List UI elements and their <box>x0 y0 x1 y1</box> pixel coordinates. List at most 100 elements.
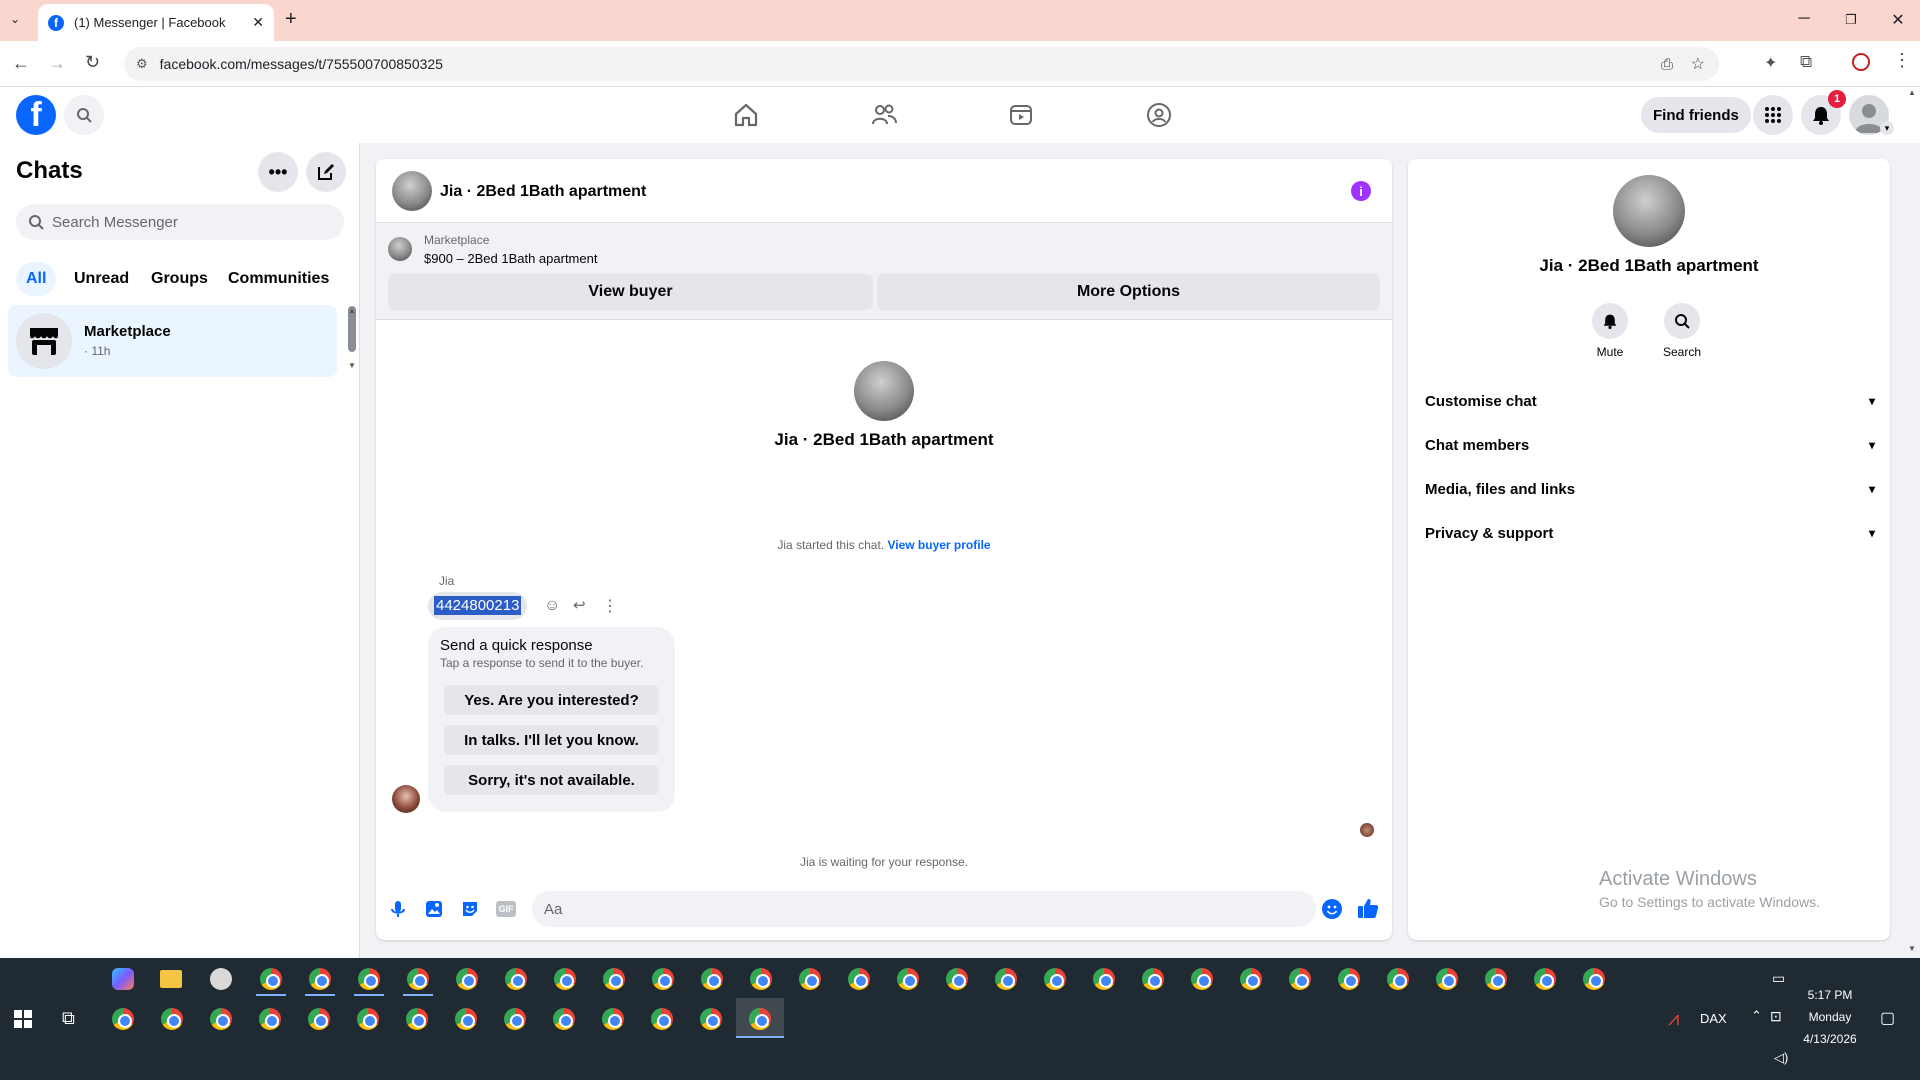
back-icon[interactable]: ← <box>12 53 30 74</box>
notification-center-icon[interactable]: ▢ <box>1880 1008 1895 1028</box>
react-icon[interactable]: ☺ <box>544 597 560 615</box>
chrome-taskbar-icon[interactable] <box>210 1008 232 1030</box>
chrome-taskbar-icon[interactable] <box>357 1008 379 1030</box>
conversation-info-icon[interactable]: i <box>1351 181 1371 201</box>
chrome-taskbar-icon[interactable] <box>603 968 625 990</box>
view-buyer-profile-link[interactable]: View buyer profile <box>887 538 990 552</box>
menu-button[interactable] <box>1753 95 1793 135</box>
quick-response-sorry[interactable]: Sorry, it's not available. <box>444 765 659 795</box>
new-message-button[interactable] <box>306 152 346 192</box>
browser-tab[interactable]: f (1) Messenger | Facebook ✕ <box>38 4 274 41</box>
chrome-taskbar-icon[interactable] <box>1289 968 1311 990</box>
app-icon[interactable] <box>210 968 232 990</box>
task-view-icon[interactable]: ⧉ <box>62 1008 75 1029</box>
chrome-taskbar-icon[interactable] <box>602 1008 624 1030</box>
filter-unread[interactable]: Unread <box>64 262 139 296</box>
forward-icon[interactable]: → <box>48 53 66 74</box>
search-in-chat-button[interactable] <box>1664 303 1700 339</box>
section-privacy-support[interactable]: Privacy & support ▾ <box>1425 518 1875 548</box>
window-close-icon[interactable]: ✕ <box>1888 10 1908 30</box>
dax-label[interactable]: DAX <box>1700 1011 1727 1026</box>
facebook-logo-icon[interactable]: f <box>16 95 56 135</box>
gif-icon[interactable]: GIF <box>496 901 516 917</box>
network-icon[interactable]: ⊡ <box>1770 1008 1782 1025</box>
chrome-taskbar-icon[interactable] <box>554 968 576 990</box>
chrome-taskbar-icon[interactable] <box>897 968 919 990</box>
attach-photo-button[interactable] <box>424 899 444 919</box>
clock-day[interactable]: Monday <box>1800 1010 1860 1024</box>
message-more-icon[interactable]: ⋮ <box>602 596 618 616</box>
minimize-icon[interactable]: ─ <box>1794 10 1814 28</box>
filter-groups[interactable]: Groups <box>141 262 218 296</box>
chrome-taskbar-icon[interactable] <box>112 1008 134 1030</box>
start-button[interactable] <box>14 1010 32 1028</box>
clock-time[interactable]: 5:17 PM <box>1800 988 1860 1002</box>
profile-icon[interactable] <box>1852 53 1870 71</box>
site-info-icon[interactable]: ⚙ <box>136 56 148 72</box>
chrome-taskbar-icon[interactable] <box>161 1008 183 1030</box>
chrome-taskbar-icon[interactable] <box>1338 968 1360 990</box>
chats-options-button[interactable]: ••• <box>258 152 298 192</box>
chrome-taskbar-icon[interactable] <box>1534 968 1556 990</box>
message-input[interactable]: Aa <box>532 891 1316 927</box>
chrome-taskbar-icon[interactable] <box>848 968 870 990</box>
section-media-files[interactable]: Media, files and links ▾ <box>1425 474 1875 504</box>
emoji-icon[interactable] <box>1322 899 1342 919</box>
tray-expand-icon[interactable]: ⌃ <box>1751 1008 1762 1024</box>
chrome-taskbar-icon[interactable] <box>1093 968 1115 990</box>
nav-groups[interactable] <box>1145 101 1173 129</box>
sticker-button[interactable] <box>460 899 480 919</box>
chrome-taskbar-icon[interactable] <box>1240 968 1262 990</box>
chrome-taskbar-icon[interactable] <box>504 1008 526 1030</box>
chrome-taskbar-icon[interactable] <box>308 1008 330 1030</box>
conversation-title[interactable]: Jia · 2Bed 1Bath apartment <box>440 183 646 201</box>
scroll-down-icon[interactable]: ▼ <box>348 361 356 370</box>
chrome-taskbar-icon[interactable] <box>946 968 968 990</box>
filter-communities[interactable]: Communities <box>218 262 339 296</box>
new-tab-icon[interactable]: + <box>285 8 297 31</box>
nav-video[interactable] <box>1007 101 1035 129</box>
chrome-taskbar-icon[interactable] <box>651 1008 673 1030</box>
search-messenger-input[interactable]: Search Messenger <box>16 204 344 240</box>
chrome-taskbar-icon[interactable] <box>456 968 478 990</box>
extensions-puzzle-icon[interactable]: ⧉ <box>1800 52 1812 72</box>
copilot-icon[interactable] <box>112 968 134 990</box>
chrome-taskbar-icon[interactable] <box>799 968 821 990</box>
nav-friends[interactable] <box>870 101 898 129</box>
extension-icon[interactable]: ✦ <box>1764 53 1777 73</box>
tab-close-icon[interactable]: ✕ <box>252 14 264 31</box>
quick-response-yes[interactable]: Yes. Are you interested? <box>444 685 659 715</box>
more-options-button[interactable]: More Options <box>877 274 1380 310</box>
chrome-taskbar-icon[interactable] <box>995 968 1017 990</box>
page-scroll-up-icon[interactable]: ▲ <box>1908 88 1916 97</box>
scroll-up-icon[interactable]: ▲ <box>348 306 356 315</box>
fb-search-button[interactable] <box>64 95 104 135</box>
mute-button[interactable] <box>1592 303 1628 339</box>
address-bar[interactable]: ⚙ facebook.com/messages/t/75550070085032… <box>124 47 1719 81</box>
bookmark-star-icon[interactable]: ☆ <box>1691 54 1705 74</box>
account-chevron-icon[interactable]: ▾ <box>1880 121 1894 135</box>
chrome-taskbar-icon[interactable] <box>260 968 282 990</box>
reload-icon[interactable]: ↻ <box>85 52 100 73</box>
find-friends-button[interactable]: Find friends <box>1641 97 1751 133</box>
conversation-avatar[interactable] <box>392 171 432 211</box>
message-bubble[interactable]: 4424800213 <box>428 592 528 620</box>
install-app-icon[interactable]: ⎙ <box>1661 56 1673 73</box>
chrome-taskbar-icon[interactable] <box>1142 968 1164 990</box>
chrome-taskbar-icon[interactable] <box>1485 968 1507 990</box>
quick-response-in-talks[interactable]: In talks. I'll let you know. <box>444 725 659 755</box>
nav-home[interactable] <box>732 101 760 129</box>
clock-date[interactable]: 4/13/2026 <box>1800 1032 1860 1046</box>
volume-icon[interactable]: ◁) <box>1774 1050 1788 1066</box>
filter-all[interactable]: All <box>16 262 57 296</box>
sender-avatar[interactable] <box>392 785 420 813</box>
reply-icon[interactable]: ↩ <box>573 596 586 614</box>
tablet-icon[interactable]: ▭ <box>1772 970 1785 987</box>
chrome-taskbar-icon[interactable] <box>407 968 429 990</box>
chrome-taskbar-icon[interactable] <box>309 968 331 990</box>
chrome-taskbar-icon[interactable] <box>1436 968 1458 990</box>
chrome-taskbar-icon[interactable] <box>1044 968 1066 990</box>
details-avatar[interactable] <box>1613 175 1685 247</box>
chrome-taskbar-icon[interactable] <box>701 968 723 990</box>
chrome-taskbar-icon[interactable] <box>652 968 674 990</box>
